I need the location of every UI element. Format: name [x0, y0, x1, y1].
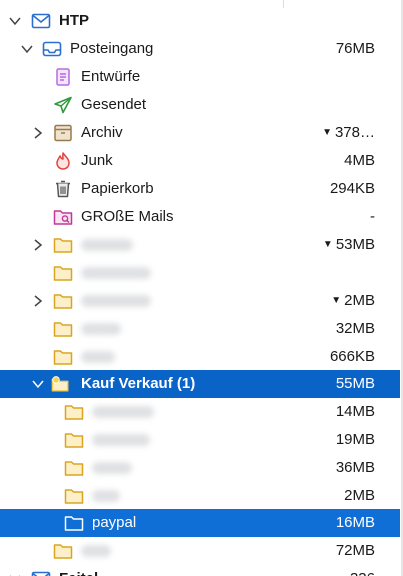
- folder-size: 32MB: [335, 320, 375, 337]
- redacted-folder-name: [92, 434, 150, 446]
- chevron-down-icon[interactable]: [20, 42, 34, 56]
- folder-label: Kauf Verkauf (1): [81, 375, 196, 392]
- folder-size: 36MB: [335, 459, 375, 476]
- folder-size: 336: [350, 565, 375, 576]
- folder-label: Posteingang: [70, 40, 154, 57]
- folder-icon: [53, 350, 73, 365]
- folder-icon: [53, 544, 73, 559]
- folder-row[interactable]: 36MB: [0, 454, 400, 482]
- chevron-down-icon[interactable]: [8, 14, 22, 28]
- folder-icon: [64, 405, 84, 420]
- chevron-down-icon[interactable]: [31, 377, 45, 391]
- collapsed-indicator-icon: ▼: [322, 127, 332, 138]
- redacted-folder-name: [92, 406, 154, 418]
- account-row-htp[interactable]: HTP: [0, 7, 400, 35]
- folder-label: GROßE Mails: [81, 208, 174, 225]
- folder-label: Entwürfe: [81, 68, 141, 85]
- envelope-account-icon: [31, 571, 51, 576]
- chevron-right-icon[interactable]: [31, 294, 45, 308]
- folder-label: paypal: [92, 514, 137, 531]
- saved-search-folder-icon: [53, 210, 73, 225]
- folder-row[interactable]: 32MB: [0, 315, 400, 343]
- redacted-folder-name: [92, 462, 132, 474]
- folder-row-trash[interactable]: Papierkorb 294KB: [0, 175, 400, 203]
- folder-size: 55MB: [335, 375, 375, 392]
- folder-size: 72MB: [335, 542, 375, 559]
- folder-size: 294KB: [329, 180, 375, 197]
- redacted-folder-name: [92, 490, 120, 502]
- folder-row[interactable]: 19MB: [0, 426, 400, 454]
- folder-icon: [64, 489, 84, 504]
- folder-size: 16MB: [335, 514, 375, 531]
- folder-row[interactable]: 2MB: [0, 482, 400, 510]
- folder-new-mail-icon: [51, 376, 69, 392]
- archive-box-icon: [54, 124, 72, 142]
- folder-label: Archiv: [81, 124, 123, 141]
- redacted-folder-name: [81, 323, 121, 335]
- folder-size: 666KB: [329, 348, 375, 365]
- folder-row-big-mails[interactable]: GROßE Mails -: [0, 203, 400, 231]
- folder-label: Gesendet: [81, 96, 147, 113]
- folder-row-junk[interactable]: Junk 4MB: [0, 147, 400, 175]
- folder-row-drafts[interactable]: Entwürfe: [0, 63, 400, 91]
- folder-pane: HTP Posteingang 76MB Entwürfe Gesendet A…: [0, 0, 403, 576]
- flame-icon: [56, 152, 70, 170]
- trash-can-icon: [56, 180, 70, 198]
- folder-size: -: [370, 208, 375, 225]
- folder-size: 2MB: [344, 487, 375, 504]
- folder-row[interactable]: 666KB: [0, 343, 400, 371]
- folder-row-kauf-verkauf[interactable]: Kauf Verkauf (1) 55MB: [0, 370, 400, 398]
- inbox-tray-icon: [42, 41, 62, 57]
- folder-size: ▼ 378…: [322, 119, 375, 147]
- folder-row[interactable]: 14MB: [0, 398, 400, 426]
- folder-size: ▼ 2MB: [331, 287, 375, 315]
- folder-row[interactable]: ▼ 53MB: [0, 231, 400, 259]
- folder-size-value: 378…: [334, 124, 375, 141]
- folder-label: Papierkorb: [81, 180, 154, 197]
- account-name: HTP: [59, 12, 89, 29]
- chevron-down-icon[interactable]: [8, 572, 22, 576]
- folder-row[interactable]: 72MB: [0, 537, 400, 565]
- redacted-folder-name: [81, 351, 115, 363]
- redacted-folder-name: [81, 267, 151, 279]
- folder-size-value: 53MB: [335, 236, 375, 253]
- paper-plane-icon: [54, 96, 72, 114]
- envelope-account-icon: [31, 13, 51, 29]
- chevron-right-icon[interactable]: [31, 238, 45, 252]
- redacted-folder-name: [81, 295, 151, 307]
- folder-icon: [53, 294, 73, 309]
- folder-icon: [64, 516, 84, 531]
- folder-size: 4MB: [344, 152, 375, 169]
- folder-row[interactable]: [0, 259, 400, 287]
- folder-size: 14MB: [335, 403, 375, 420]
- collapsed-indicator-icon: ▼: [331, 295, 342, 306]
- account-name: Feitel: [59, 565, 98, 576]
- redacted-folder-name: [81, 545, 111, 557]
- folder-size: ▼ 53MB: [323, 231, 375, 259]
- folder-row-inbox[interactable]: Posteingang 76MB: [0, 35, 400, 63]
- folder-row-archive[interactable]: Archiv ▼ 378…: [0, 119, 400, 147]
- account-row-next[interactable]: Feitel 336: [0, 565, 400, 576]
- folder-size: 76MB: [335, 40, 375, 57]
- folder-label: Junk: [81, 152, 113, 169]
- folder-size: 19MB: [335, 431, 375, 448]
- folder-icon: [64, 433, 84, 448]
- folder-icon: [53, 266, 73, 281]
- chevron-right-icon[interactable]: [31, 126, 45, 140]
- folder-size-value: 2MB: [344, 292, 375, 309]
- folder-row[interactable]: ▼ 2MB: [0, 287, 400, 315]
- folder-icon: [64, 461, 84, 476]
- folder-row-paypal[interactable]: paypal 16MB: [0, 509, 400, 537]
- folder-row-sent[interactable]: Gesendet: [0, 91, 400, 119]
- folder-icon: [53, 238, 73, 253]
- draft-document-icon: [56, 68, 70, 86]
- folder-icon: [53, 322, 73, 337]
- collapsed-indicator-icon: ▼: [322, 239, 333, 250]
- redacted-folder-name: [81, 239, 133, 251]
